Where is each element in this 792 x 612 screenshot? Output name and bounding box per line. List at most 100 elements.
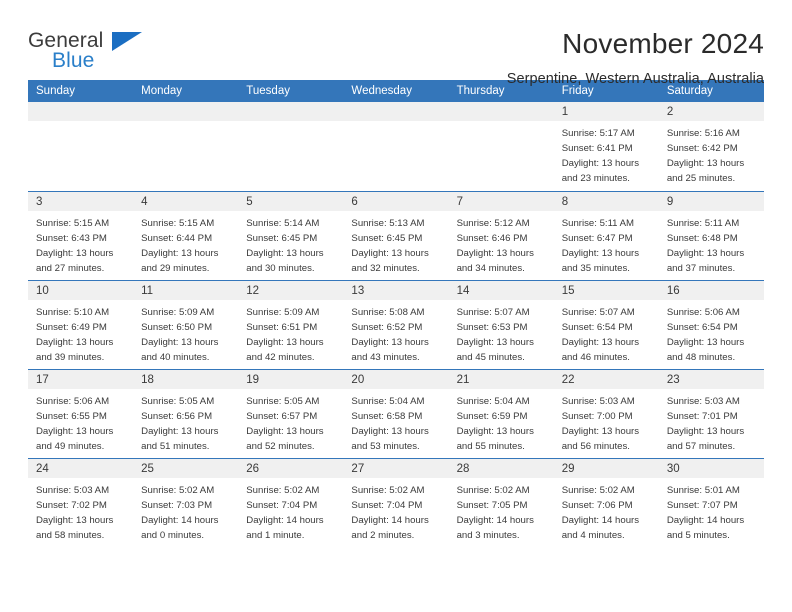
day-cell-inner: 12 Sunrise: 5:09 AM Sunset: 6:51 PM Dayligh… [238, 280, 344, 369]
day-cell-inner: 14 Sunrise: 5:07 AM Sunset: 6:53 PM Dayligh… [448, 280, 554, 369]
day-number: 22 [553, 369, 659, 389]
calendar-day-cell-17[interactable]: 17 Sunrise: 5:06 AM Sunset: 6:55 PM Dayligh… [28, 369, 134, 459]
sunrise-text: Sunrise: 5:02 AM [351, 484, 425, 496]
calendar-day-cell-6[interactable]: 6 Sunrise: 5:13 AM Sunset: 6:45 PM Daylight… [343, 191, 449, 281]
day-cell-inner: 8 Sunrise: 5:11 AM Sunset: 6:47 PM Daylight… [553, 191, 659, 280]
daylight-text-line1: Daylight: 13 hours [351, 336, 429, 348]
calendar-day-cell-26[interactable]: 26 Sunrise: 5:02 AM Sunset: 7:04 PM Dayligh… [238, 458, 344, 547]
sunset-text: Sunset: 6:50 PM [141, 321, 213, 333]
day-details: Sunrise: 5:04 AM Sunset: 6:58 PM Daylight:… [343, 389, 448, 455]
daylight-text-line2: and 32 minutes. [351, 262, 420, 274]
calendar-day-cell-20[interactable]: 20 Sunrise: 5:04 AM Sunset: 6:58 PM Dayligh… [343, 369, 449, 459]
day-number: 10 [28, 280, 134, 300]
calendar-week-row: 3 Sunrise: 5:15 AM Sunset: 6:43 PM Daylight… [28, 191, 764, 281]
calendar-day-cell-15[interactable]: 15 Sunrise: 5:07 AM Sunset: 6:54 PM Dayligh… [553, 280, 659, 370]
sunset-text: Sunset: 6:41 PM [561, 143, 633, 155]
calendar-day-cell-9[interactable]: 9 Sunrise: 5:11 AM Sunset: 6:48 PM Daylight… [658, 191, 764, 281]
daylight-text-line2: and 4 minutes. [561, 529, 625, 541]
day-details: Sunrise: 5:02 AM Sunset: 7:04 PM Daylight:… [238, 478, 343, 544]
sunset-text: Sunset: 6:52 PM [351, 321, 423, 333]
day-cell-inner: 3 Sunrise: 5:15 AM Sunset: 6:43 PM Daylight… [28, 191, 134, 280]
day-details: Sunrise: 5:05 AM Sunset: 6:56 PM Daylight:… [133, 389, 238, 455]
logo-text-general: General [28, 29, 104, 52]
calendar-day-cell-24[interactable]: 24 Sunrise: 5:03 AM Sunset: 7:02 PM Dayligh… [28, 458, 134, 548]
calendar-day-cell-1[interactable]: 1 Sunrise: 5:17 AM Sunset: 6:41 PM Daylight… [553, 102, 659, 192]
day-details: Sunrise: 5:15 AM Sunset: 6:44 PM Daylight:… [133, 211, 238, 277]
calendar-day-cell-25[interactable]: 25 Sunrise: 5:02 AM Sunset: 7:03 PM Dayligh… [133, 458, 239, 547]
sunset-text: Sunset: 7:07 PM [666, 499, 738, 511]
day-number [133, 102, 239, 121]
blue-triangle-icon [112, 32, 142, 51]
calendar-day-cell-empty [238, 102, 344, 192]
day-number: 4 [133, 191, 239, 211]
calendar-day-cell-8[interactable]: 8 Sunrise: 5:11 AM Sunset: 6:47 PM Daylight… [553, 191, 659, 281]
calendar-day-cell-7[interactable]: 7 Sunrise: 5:12 AM Sunset: 6:46 PM Daylight… [448, 191, 554, 281]
calendar-day-cell-3[interactable]: 3 Sunrise: 5:15 AM Sunset: 6:43 PM Daylight… [28, 191, 134, 281]
calendar-day-cell-18[interactable]: 18 Sunrise: 5:05 AM Sunset: 6:56 PM Dayligh… [133, 369, 239, 459]
sunrise-sunset-calendar: Sunday Monday Tuesday Wednesday Thursday Frid… [28, 80, 764, 547]
sunset-text: Sunset: 6:47 PM [561, 232, 633, 244]
daylight-text-line2: and 29 minutes. [141, 262, 210, 274]
daylight-text-line1: Daylight: 13 hours [456, 336, 534, 348]
calendar-day-cell-27[interactable]: 27 Sunrise: 5:02 AM Sunset: 7:04 PM Dayligh… [343, 458, 449, 548]
day-details: Sunrise: 5:05 AM Sunset: 6:57 PM Daylight:… [238, 389, 343, 455]
day-cell-inner: 22 Sunrise: 5:03 AM Sunset: 7:00 PM Dayligh… [553, 369, 659, 458]
day-cell-inner: 27 Sunrise: 5:02 AM Sunset: 7:04 PM Dayligh… [343, 458, 449, 548]
daylight-text-line1: Daylight: 14 hours [351, 514, 429, 526]
day-cell-inner: 2 Sunrise: 5:16 AM Sunset: 6:42 PM Daylight… [658, 102, 764, 191]
day-number: 23 [658, 369, 764, 389]
sunrise-text: Sunrise: 5:11 AM [666, 217, 740, 229]
day-cell-inner: 21 Sunrise: 5:04 AM Sunset: 6:59 PM Dayligh… [448, 369, 554, 458]
day-cell-inner: 29 Sunrise: 5:02 AM Sunset: 7:06 PM Dayligh… [553, 458, 659, 548]
calendar-day-cell-16[interactable]: 16 Sunrise: 5:06 AM Sunset: 6:54 PM Dayligh… [658, 280, 764, 370]
sunset-text: Sunset: 6:55 PM [36, 410, 107, 422]
calendar-day-cell-23[interactable]: 23 Sunrise: 5:03 AM Sunset: 7:01 PM Dayligh… [658, 369, 764, 459]
day-details: Sunrise: 5:07 AM Sunset: 6:53 PM Daylight:… [449, 300, 554, 366]
sunrise-text: Sunrise: 5:02 AM [561, 484, 635, 496]
day-details: Sunrise: 5:03 AM Sunset: 7:00 PM Daylight:… [554, 389, 659, 455]
day-details: Sunrise: 5:03 AM Sunset: 7:02 PM Daylight:… [28, 478, 133, 544]
day-details: Sunrise: 5:02 AM Sunset: 7:04 PM Daylight:… [343, 478, 448, 544]
sunrise-text: Sunrise: 5:05 AM [246, 395, 320, 407]
calendar-page: General Blue November 2024 Serpentine, W… [0, 0, 792, 612]
sunset-text: Sunset: 7:02 PM [36, 499, 107, 511]
calendar-day-cell-21[interactable]: 21 Sunrise: 5:04 AM Sunset: 6:59 PM Dayligh… [448, 369, 554, 459]
day-cell-inner: 17 Sunrise: 5:06 AM Sunset: 6:55 PM Dayligh… [28, 369, 134, 458]
calendar-day-cell-5[interactable]: 5 Sunrise: 5:14 AM Sunset: 6:45 PM Daylight… [238, 191, 344, 281]
day-cell-inner: 24 Sunrise: 5:03 AM Sunset: 7:02 PM Dayligh… [28, 458, 134, 548]
day-number: 27 [343, 458, 449, 478]
day-details: Sunrise: 5:13 AM Sunset: 6:45 PM Daylight:… [343, 211, 448, 277]
calendar-day-cell-13[interactable]: 13 Sunrise: 5:08 AM Sunset: 6:52 PM Dayligh… [343, 280, 449, 370]
sunrise-text: Sunrise: 5:01 AM [666, 484, 740, 496]
daylight-text-line1: Daylight: 13 hours [351, 247, 429, 259]
calendar-day-cell-22[interactable]: 22 Sunrise: 5:03 AM Sunset: 7:00 PM Dayligh… [553, 369, 659, 459]
day-number: 26 [238, 458, 344, 478]
sunset-text: Sunset: 7:00 PM [561, 410, 633, 422]
calendar-day-cell-30[interactable]: 30 Sunrise: 5:01 AM Sunset: 7:07 PM Dayligh… [658, 458, 764, 547]
calendar-day-cell-19[interactable]: 19 Sunrise: 5:05 AM Sunset: 6:57 PM Dayligh… [238, 369, 344, 459]
daylight-text-line2: and 23 minutes. [561, 173, 630, 185]
sunrise-text: Sunrise: 5:07 AM [456, 306, 530, 318]
day-details: Sunrise: 5:06 AM Sunset: 6:54 PM Daylight:… [659, 300, 764, 366]
calendar-day-cell-10[interactable]: 10 Sunrise: 5:10 AM Sunset: 6:49 PM Dayligh… [28, 280, 134, 370]
day-number: 21 [448, 369, 554, 389]
sunset-text: Sunset: 6:45 PM [351, 232, 423, 244]
calendar-day-cell-28[interactable]: 28 Sunrise: 5:02 AM Sunset: 7:05 PM Dayligh… [448, 458, 554, 547]
daylight-text-line1: Daylight: 13 hours [561, 425, 640, 437]
daylight-text-line2: and 45 minutes. [456, 351, 525, 363]
brand-logo[interactable]: General Blue [28, 28, 160, 76]
calendar-day-cell-29[interactable]: 29 Sunrise: 5:02 AM Sunset: 7:06 PM Dayligh… [553, 458, 659, 548]
daylight-text-line2: and 52 minutes. [246, 440, 315, 452]
day-cell-inner: 13 Sunrise: 5:08 AM Sunset: 6:52 PM Dayligh… [343, 280, 449, 369]
day-cell-inner: 4 Sunrise: 5:15 AM Sunset: 6:44 PM Daylight… [133, 191, 239, 280]
day-number: 17 [28, 369, 134, 389]
calendar-day-cell-14[interactable]: 14 Sunrise: 5:07 AM Sunset: 6:53 PM Dayligh… [448, 280, 554, 370]
calendar-day-cell-11[interactable]: 11 Sunrise: 5:09 AM Sunset: 6:50 PM Dayligh… [133, 280, 239, 370]
sunrise-text: Sunrise: 5:02 AM [456, 484, 530, 496]
calendar-day-cell-12[interactable]: 12 Sunrise: 5:09 AM Sunset: 6:51 PM Dayligh… [238, 280, 344, 370]
calendar-day-cell-2[interactable]: 2 Sunrise: 5:16 AM Sunset: 6:42 PM Daylight… [658, 102, 764, 192]
day-cell-inner [343, 102, 449, 191]
daylight-text-line2: and 43 minutes. [351, 351, 420, 363]
calendar-day-cell-4[interactable]: 4 Sunrise: 5:15 AM Sunset: 6:44 PM Daylight… [133, 191, 239, 281]
calendar-day-cell-empty [28, 102, 134, 192]
